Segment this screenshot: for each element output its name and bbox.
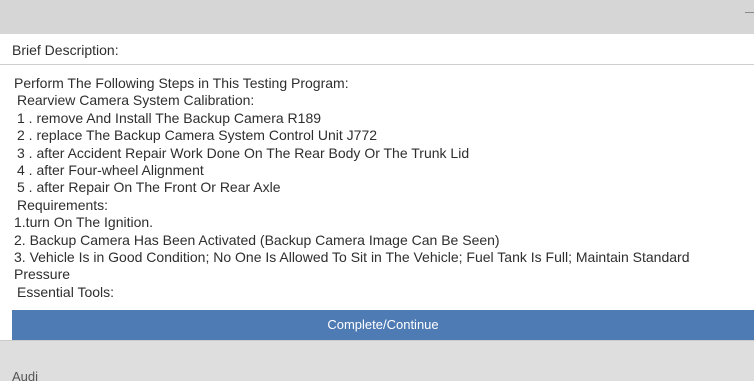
description-line: 1.turn On The Ignition. <box>14 214 154 231</box>
brief-description-header: Brief Description: <box>0 34 754 65</box>
description-line: 5 . after Repair On The Front Or Rear Ax… <box>17 179 281 196</box>
footer-bar: Audi <box>0 340 754 384</box>
vehicle-brand-label: Audi <box>12 369 39 384</box>
description-line: 2. Backup Camera Has Been Activated (Bac… <box>14 231 500 248</box>
description-line: Rearview Camera System Calibration: <box>17 92 255 109</box>
brief-description-label: Brief Description: <box>12 42 119 58</box>
description-line: Requirements: <box>17 196 109 213</box>
description-line: 4 . after Four-wheel Alignment <box>17 161 204 178</box>
description-line: 3. Vehicle Is in Good Condition; No One … <box>14 248 690 265</box>
description-line: 2 . replace The Backup Camera System Con… <box>17 127 378 144</box>
collapse-icon[interactable] <box>745 12 754 13</box>
description-panel[interactable]: Perform The Following Steps in This Test… <box>0 66 754 310</box>
complete-continue-button[interactable]: Complete/Continue <box>12 310 754 340</box>
description-line: Pressure <box>14 266 71 283</box>
description-line: Essential Tools: <box>17 283 115 300</box>
description-line: 3 . after Accident Repair Work Done On T… <box>17 144 470 161</box>
description-line: 1 . remove And Install The Backup Camera… <box>17 109 322 126</box>
top-bar <box>0 0 754 35</box>
description-line: Perform The Following Steps in This Test… <box>14 75 349 91</box>
description-text: Perform The Following Steps in This Test… <box>14 75 754 301</box>
